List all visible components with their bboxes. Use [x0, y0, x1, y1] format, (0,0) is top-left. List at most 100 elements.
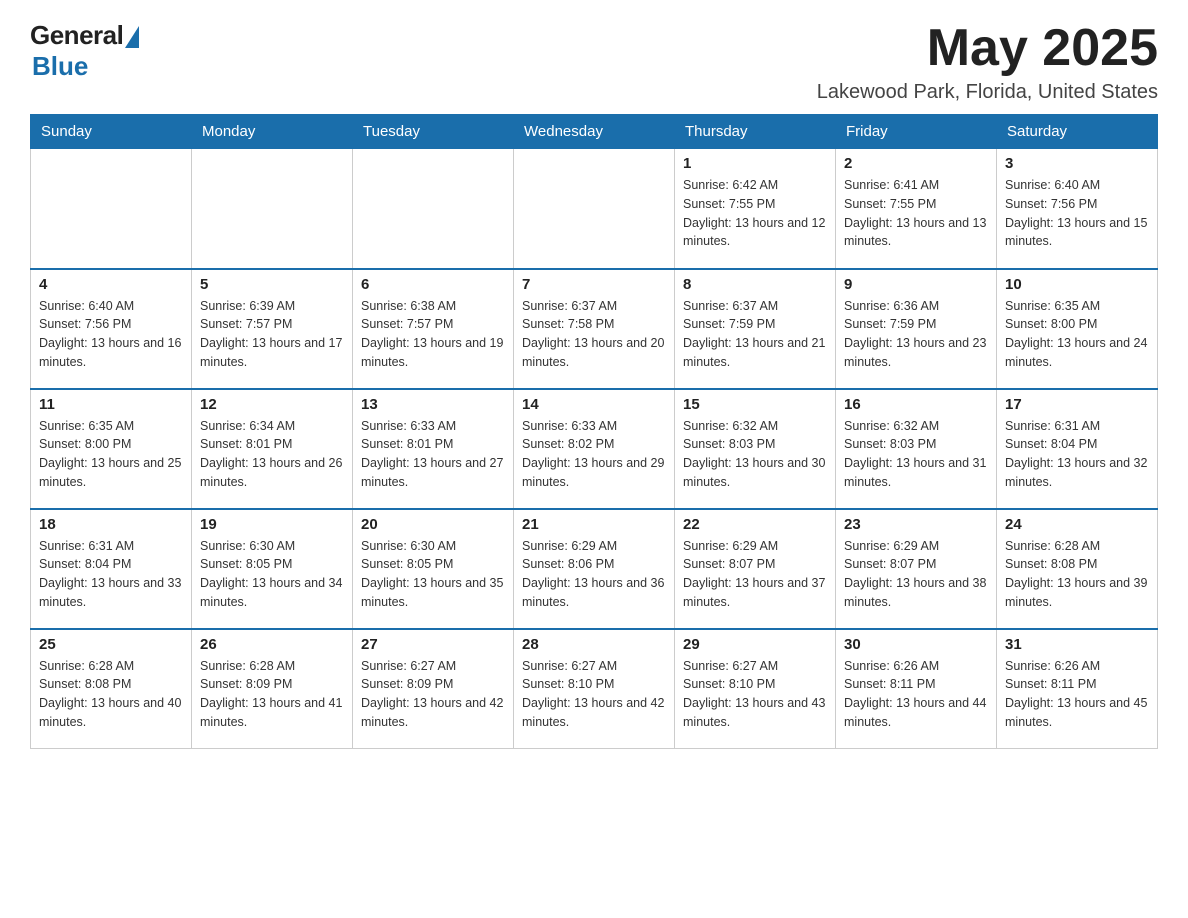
day-info: Sunrise: 6:39 AM Sunset: 7:57 PM Dayligh… — [200, 297, 344, 372]
day-info: Sunrise: 6:35 AM Sunset: 8:00 PM Dayligh… — [39, 417, 183, 492]
day-info: Sunrise: 6:26 AM Sunset: 8:11 PM Dayligh… — [1005, 657, 1149, 732]
day-number: 13 — [361, 396, 505, 413]
day-info: Sunrise: 6:35 AM Sunset: 8:00 PM Dayligh… — [1005, 297, 1149, 372]
weekday-header-monday: Monday — [192, 115, 353, 149]
calendar-table: SundayMondayTuesdayWednesdayThursdayFrid… — [30, 114, 1158, 749]
day-info: Sunrise: 6:40 AM Sunset: 7:56 PM Dayligh… — [1005, 176, 1149, 251]
calendar-cell — [31, 149, 192, 269]
day-info: Sunrise: 6:28 AM Sunset: 8:08 PM Dayligh… — [1005, 537, 1149, 612]
weekday-header-wednesday: Wednesday — [514, 115, 675, 149]
calendar-cell: 15Sunrise: 6:32 AM Sunset: 8:03 PM Dayli… — [675, 389, 836, 509]
calendar-cell: 8Sunrise: 6:37 AM Sunset: 7:59 PM Daylig… — [675, 269, 836, 389]
calendar-cell: 10 Sunrise: 6:35 AM Sunset: 8:00 PM Dayli… — [997, 269, 1158, 389]
calendar-cell: 13 Sunrise: 6:33 AM Sunset: 8:01 PM Dayli… — [353, 389, 514, 509]
day-info: Sunrise: 6:29 AM Sunset: 8:06 PM Dayligh… — [522, 537, 666, 612]
calendar-cell: 31 Sunrise: 6:26 AM Sunset: 8:11 PM Dayli… — [997, 629, 1158, 749]
day-number: 24 — [1005, 516, 1149, 533]
calendar-cell: 24 Sunrise: 6:28 AM Sunset: 8:08 PM Dayli… — [997, 509, 1158, 629]
day-number: 16 — [844, 396, 988, 413]
calendar-week-row: 1Sunrise: 6:42 AM Sunset: 7:55 PM Daylig… — [31, 149, 1158, 269]
day-number: 4 — [39, 276, 183, 293]
calendar-body: 1Sunrise: 6:42 AM Sunset: 7:55 PM Daylig… — [31, 149, 1158, 749]
title-section: May 2025 Lakewood Park, Florida, United … — [817, 20, 1158, 104]
day-number: 11 — [39, 396, 183, 413]
calendar-cell: 14 Sunrise: 6:33 AM Sunset: 8:02 PM Dayli… — [514, 389, 675, 509]
day-number: 10 — [1005, 276, 1149, 293]
day-number: 29 — [683, 636, 827, 653]
day-number: 26 — [200, 636, 344, 653]
logo-blue-text: Blue — [32, 51, 88, 82]
day-info: Sunrise: 6:27 AM Sunset: 8:10 PM Dayligh… — [522, 657, 666, 732]
calendar-cell: 30 Sunrise: 6:26 AM Sunset: 8:11 PM Dayli… — [836, 629, 997, 749]
day-info: Sunrise: 6:26 AM Sunset: 8:11 PM Dayligh… — [844, 657, 988, 732]
weekday-header-tuesday: Tuesday — [353, 115, 514, 149]
calendar-cell: 18Sunrise: 6:31 AM Sunset: 8:04 PM Dayli… — [31, 509, 192, 629]
calendar-cell: 28 Sunrise: 6:27 AM Sunset: 8:10 PM Dayli… — [514, 629, 675, 749]
day-info: Sunrise: 6:41 AM Sunset: 7:55 PM Dayligh… — [844, 176, 988, 251]
calendar-cell: 29 Sunrise: 6:27 AM Sunset: 8:10 PM Dayli… — [675, 629, 836, 749]
day-info: Sunrise: 6:30 AM Sunset: 8:05 PM Dayligh… — [361, 537, 505, 612]
day-number: 14 — [522, 396, 666, 413]
day-info: Sunrise: 6:32 AM Sunset: 8:03 PM Dayligh… — [683, 417, 827, 492]
day-info: Sunrise: 6:31 AM Sunset: 8:04 PM Dayligh… — [1005, 417, 1149, 492]
calendar-cell: 5 Sunrise: 6:39 AM Sunset: 7:57 PM Daylig… — [192, 269, 353, 389]
calendar-cell — [514, 149, 675, 269]
location-title: Lakewood Park, Florida, United States — [817, 81, 1158, 104]
day-number: 31 — [1005, 636, 1149, 653]
calendar-week-row: 11 Sunrise: 6:35 AM Sunset: 8:00 PM Dayli… — [31, 389, 1158, 509]
day-number: 22 — [683, 516, 827, 533]
calendar-cell: 17 Sunrise: 6:31 AM Sunset: 8:04 PM Dayli… — [997, 389, 1158, 509]
calendar-cell: 7Sunrise: 6:37 AM Sunset: 7:58 PM Daylig… — [514, 269, 675, 389]
calendar-week-row: 4 Sunrise: 6:40 AM Sunset: 7:56 PM Daylig… — [31, 269, 1158, 389]
calendar-cell: 9 Sunrise: 6:36 AM Sunset: 7:59 PM Daylig… — [836, 269, 997, 389]
day-number: 23 — [844, 516, 988, 533]
calendar-cell: 25 Sunrise: 6:28 AM Sunset: 8:08 PM Dayli… — [31, 629, 192, 749]
day-info: Sunrise: 6:31 AM Sunset: 8:04 PM Dayligh… — [39, 537, 183, 612]
day-number: 5 — [200, 276, 344, 293]
calendar-cell: 12 Sunrise: 6:34 AM Sunset: 8:01 PM Dayli… — [192, 389, 353, 509]
day-info: Sunrise: 6:33 AM Sunset: 8:02 PM Dayligh… — [522, 417, 666, 492]
day-info: Sunrise: 6:29 AM Sunset: 8:07 PM Dayligh… — [683, 537, 827, 612]
calendar-cell: 1Sunrise: 6:42 AM Sunset: 7:55 PM Daylig… — [675, 149, 836, 269]
weekday-header-saturday: Saturday — [997, 115, 1158, 149]
day-info: Sunrise: 6:37 AM Sunset: 7:59 PM Dayligh… — [683, 297, 827, 372]
calendar-cell: 27Sunrise: 6:27 AM Sunset: 8:09 PM Dayli… — [353, 629, 514, 749]
day-number: 30 — [844, 636, 988, 653]
day-number: 21 — [522, 516, 666, 533]
calendar-cell: 22 Sunrise: 6:29 AM Sunset: 8:07 PM Dayli… — [675, 509, 836, 629]
day-info: Sunrise: 6:27 AM Sunset: 8:10 PM Dayligh… — [683, 657, 827, 732]
calendar-cell: 19 Sunrise: 6:30 AM Sunset: 8:05 PM Dayli… — [192, 509, 353, 629]
calendar-week-row: 18Sunrise: 6:31 AM Sunset: 8:04 PM Dayli… — [31, 509, 1158, 629]
day-number: 2 — [844, 155, 988, 172]
calendar-cell: 3 Sunrise: 6:40 AM Sunset: 7:56 PM Daylig… — [997, 149, 1158, 269]
day-number: 17 — [1005, 396, 1149, 413]
calendar-cell: 23 Sunrise: 6:29 AM Sunset: 8:07 PM Dayli… — [836, 509, 997, 629]
calendar-week-row: 25 Sunrise: 6:28 AM Sunset: 8:08 PM Dayli… — [31, 629, 1158, 749]
logo-general-text: General — [30, 20, 123, 51]
weekday-header-friday: Friday — [836, 115, 997, 149]
calendar-cell: 4 Sunrise: 6:40 AM Sunset: 7:56 PM Daylig… — [31, 269, 192, 389]
day-info: Sunrise: 6:34 AM Sunset: 8:01 PM Dayligh… — [200, 417, 344, 492]
day-number: 7 — [522, 276, 666, 293]
day-info: Sunrise: 6:42 AM Sunset: 7:55 PM Dayligh… — [683, 176, 827, 251]
day-number: 9 — [844, 276, 988, 293]
day-info: Sunrise: 6:27 AM Sunset: 8:09 PM Dayligh… — [361, 657, 505, 732]
day-number: 12 — [200, 396, 344, 413]
day-info: Sunrise: 6:29 AM Sunset: 8:07 PM Dayligh… — [844, 537, 988, 612]
day-number: 28 — [522, 636, 666, 653]
day-number: 3 — [1005, 155, 1149, 172]
weekday-header-thursday: Thursday — [675, 115, 836, 149]
day-info: Sunrise: 6:36 AM Sunset: 7:59 PM Dayligh… — [844, 297, 988, 372]
calendar-cell: 20Sunrise: 6:30 AM Sunset: 8:05 PM Dayli… — [353, 509, 514, 629]
day-info: Sunrise: 6:40 AM Sunset: 7:56 PM Dayligh… — [39, 297, 183, 372]
day-number: 19 — [200, 516, 344, 533]
day-number: 25 — [39, 636, 183, 653]
day-info: Sunrise: 6:28 AM Sunset: 8:08 PM Dayligh… — [39, 657, 183, 732]
weekday-header-row: SundayMondayTuesdayWednesdayThursdayFrid… — [31, 115, 1158, 149]
logo: General Blue — [30, 20, 139, 82]
day-info: Sunrise: 6:32 AM Sunset: 8:03 PM Dayligh… — [844, 417, 988, 492]
day-info: Sunrise: 6:38 AM Sunset: 7:57 PM Dayligh… — [361, 297, 505, 372]
day-info: Sunrise: 6:30 AM Sunset: 8:05 PM Dayligh… — [200, 537, 344, 612]
page-header: General Blue May 2025 Lakewood Park, Flo… — [30, 20, 1158, 104]
day-info: Sunrise: 6:33 AM Sunset: 8:01 PM Dayligh… — [361, 417, 505, 492]
